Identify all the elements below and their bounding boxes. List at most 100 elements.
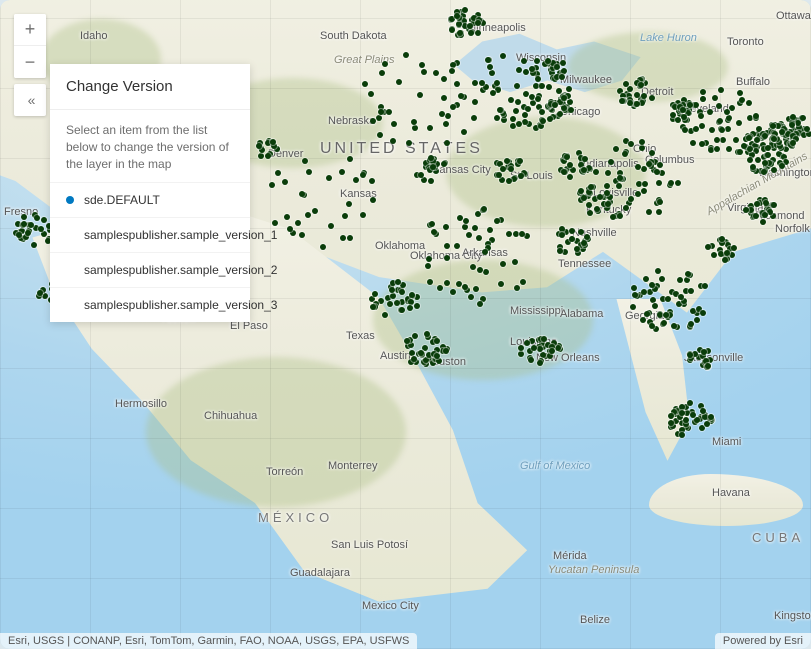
data-point[interactable] xyxy=(693,126,699,132)
data-point[interactable] xyxy=(443,121,449,127)
data-point[interactable] xyxy=(639,139,645,145)
data-point[interactable] xyxy=(762,133,768,139)
data-point[interactable] xyxy=(272,220,278,226)
data-point[interactable] xyxy=(473,286,479,292)
data-point[interactable] xyxy=(396,79,402,85)
data-point[interactable] xyxy=(641,289,647,295)
data-point[interactable] xyxy=(698,113,704,119)
data-point[interactable] xyxy=(444,243,450,249)
data-point[interactable] xyxy=(476,235,482,241)
data-point[interactable] xyxy=(677,277,683,283)
data-point[interactable] xyxy=(627,100,633,106)
data-point[interactable] xyxy=(639,145,645,151)
data-point[interactable] xyxy=(643,276,649,282)
data-point[interactable] xyxy=(687,400,693,406)
data-point[interactable] xyxy=(404,338,410,344)
data-point[interactable] xyxy=(635,164,641,170)
data-point[interactable] xyxy=(508,97,514,103)
data-point[interactable] xyxy=(711,252,717,258)
data-point[interactable] xyxy=(724,109,730,115)
data-point[interactable] xyxy=(444,255,450,261)
data-point[interactable] xyxy=(518,345,524,351)
data-point[interactable] xyxy=(634,101,640,107)
data-point[interactable] xyxy=(605,170,611,176)
data-point[interactable] xyxy=(500,261,506,267)
data-point[interactable] xyxy=(604,190,610,196)
data-point[interactable] xyxy=(557,111,563,117)
data-point[interactable] xyxy=(454,13,460,19)
data-point[interactable] xyxy=(477,301,483,307)
data-point[interactable] xyxy=(472,99,478,105)
data-point[interactable] xyxy=(412,125,418,131)
data-point[interactable] xyxy=(524,340,530,346)
data-point[interactable] xyxy=(449,68,455,74)
data-point[interactable] xyxy=(441,95,447,101)
data-point[interactable] xyxy=(641,188,647,194)
data-point[interactable] xyxy=(726,115,732,121)
data-point[interactable] xyxy=(581,195,587,201)
data-point[interactable] xyxy=(441,76,447,82)
data-point[interactable] xyxy=(534,58,540,64)
data-point[interactable] xyxy=(712,95,718,101)
data-point[interactable] xyxy=(739,97,745,103)
data-point[interactable] xyxy=(444,280,450,286)
data-point[interactable] xyxy=(510,116,516,122)
data-point[interactable] xyxy=(789,122,795,128)
data-point[interactable] xyxy=(646,209,652,215)
data-point[interactable] xyxy=(326,175,332,181)
data-point[interactable] xyxy=(656,180,662,186)
data-point[interactable] xyxy=(450,289,456,295)
version-item-0[interactable]: sde.DEFAULT xyxy=(50,183,250,218)
data-point[interactable] xyxy=(523,69,529,75)
data-point[interactable] xyxy=(638,82,644,88)
data-point[interactable] xyxy=(521,58,527,64)
data-point[interactable] xyxy=(275,170,281,176)
data-point[interactable] xyxy=(426,256,432,262)
data-point[interactable] xyxy=(646,161,652,167)
data-point[interactable] xyxy=(439,111,445,117)
data-point[interactable] xyxy=(362,81,368,87)
data-point[interactable] xyxy=(718,87,724,93)
data-point[interactable] xyxy=(525,106,531,112)
data-point[interactable] xyxy=(560,60,566,66)
data-point[interactable] xyxy=(500,166,506,172)
data-point[interactable] xyxy=(570,167,576,173)
data-point[interactable] xyxy=(430,164,436,170)
data-point[interactable] xyxy=(479,80,485,86)
data-point[interactable] xyxy=(634,92,640,98)
data-point[interactable] xyxy=(399,307,405,313)
data-point[interactable] xyxy=(265,153,271,159)
version-item-3[interactable]: samplespublisher.sample_version_3 xyxy=(50,288,250,322)
data-point[interactable] xyxy=(535,76,541,82)
data-point[interactable] xyxy=(414,303,420,309)
data-point[interactable] xyxy=(21,214,27,220)
data-point[interactable] xyxy=(559,74,565,80)
data-point[interactable] xyxy=(427,279,433,285)
data-point[interactable] xyxy=(377,132,383,138)
data-point[interactable] xyxy=(627,86,633,92)
data-point[interactable] xyxy=(635,191,641,197)
data-point[interactable] xyxy=(470,264,476,270)
data-point[interactable] xyxy=(28,222,34,228)
data-point[interactable] xyxy=(433,70,439,76)
data-point[interactable] xyxy=(412,333,418,339)
data-point[interactable] xyxy=(608,159,614,165)
data-point[interactable] xyxy=(299,232,305,238)
data-point[interactable] xyxy=(564,154,570,160)
data-point[interactable] xyxy=(559,232,565,238)
data-point[interactable] xyxy=(604,183,610,189)
data-point[interactable] xyxy=(547,116,553,122)
data-point[interactable] xyxy=(701,349,707,355)
data-point[interactable] xyxy=(463,218,469,224)
data-point[interactable] xyxy=(494,218,500,224)
data-point[interactable] xyxy=(403,52,409,58)
data-point[interactable] xyxy=(475,30,481,36)
data-point[interactable] xyxy=(434,338,440,344)
data-point[interactable] xyxy=(461,129,467,135)
data-point[interactable] xyxy=(581,240,587,246)
data-point[interactable] xyxy=(567,99,573,105)
data-point[interactable] xyxy=(714,137,720,143)
data-point[interactable] xyxy=(642,181,648,187)
zoom-in-button[interactable]: + xyxy=(14,14,46,46)
data-point[interactable] xyxy=(644,311,650,317)
